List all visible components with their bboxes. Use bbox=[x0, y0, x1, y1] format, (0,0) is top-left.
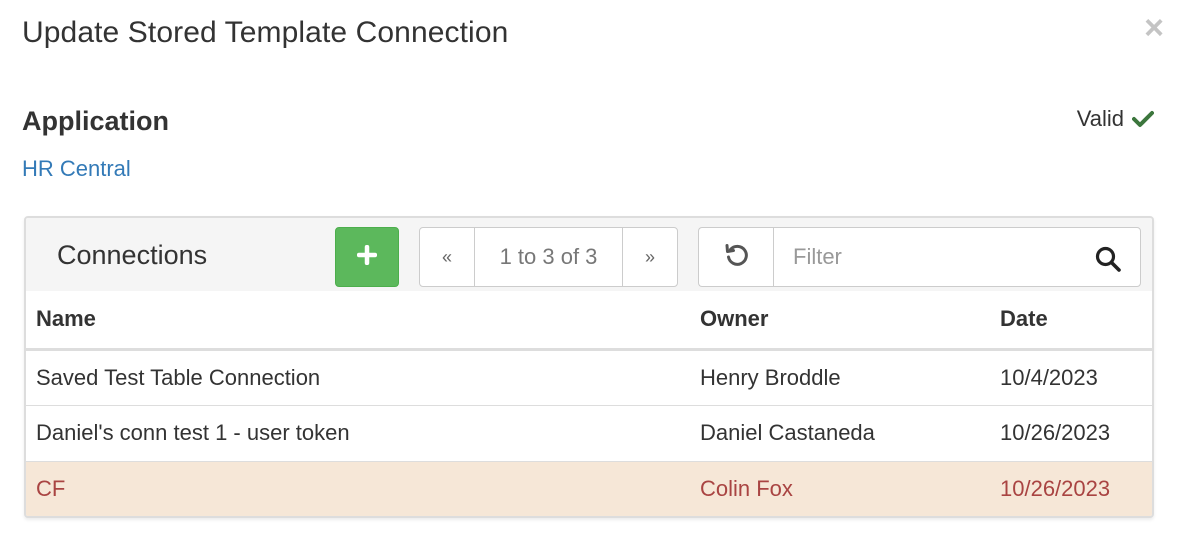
plus-icon bbox=[356, 244, 378, 270]
application-link[interactable]: HR Central bbox=[22, 156, 131, 182]
search-icon[interactable] bbox=[1094, 245, 1122, 278]
last-page-button[interactable]: » bbox=[623, 228, 677, 286]
column-header-name[interactable]: Name bbox=[26, 291, 690, 351]
cell-name: Saved Test Table Connection bbox=[26, 349, 690, 406]
table-row[interactable]: Saved Test Table Connection Henry Broddl… bbox=[26, 349, 1152, 406]
pagination: « 1 to 3 of 3 » bbox=[419, 227, 678, 287]
cell-date: 10/26/2023 bbox=[990, 461, 1152, 516]
refresh-button[interactable] bbox=[698, 227, 774, 287]
checkmark-icon bbox=[1132, 110, 1154, 128]
pagination-info: 1 to 3 of 3 bbox=[474, 228, 623, 286]
add-connection-button[interactable] bbox=[335, 227, 399, 287]
cell-owner: Henry Broddle bbox=[690, 349, 990, 406]
connections-panel-heading: Connections « 1 to 3 of 3 » bbox=[26, 218, 1152, 291]
cell-owner: Colin Fox bbox=[690, 461, 990, 516]
cell-name: Daniel's conn test 1 - user token bbox=[26, 405, 690, 462]
validity-status: Valid bbox=[1077, 106, 1154, 132]
table-header-row: Name Owner Date bbox=[26, 291, 1152, 351]
connections-panel: Connections « 1 to 3 of 3 » Filter Name … bbox=[24, 216, 1154, 518]
cell-owner: Daniel Castaneda bbox=[690, 405, 990, 462]
cell-date: 10/26/2023 bbox=[990, 405, 1152, 462]
validity-status-label: Valid bbox=[1076, 106, 1124, 131]
cell-date: 10/4/2023 bbox=[990, 349, 1152, 406]
connections-title: Connections bbox=[57, 240, 208, 270]
filter-input[interactable] bbox=[774, 228, 1074, 286]
column-header-owner[interactable]: Owner bbox=[690, 291, 990, 351]
first-page-button[interactable]: « bbox=[420, 228, 474, 286]
table-row[interactable]: Daniel's conn test 1 - user token Daniel… bbox=[26, 405, 1152, 462]
cell-name: CF bbox=[26, 461, 690, 516]
refresh-icon bbox=[724, 242, 750, 273]
table-row[interactable]: CF Colin Fox 10/26/2023 bbox=[26, 461, 1152, 516]
modal-title: Update Stored Template Connection bbox=[22, 16, 509, 49]
application-label: Application bbox=[22, 106, 169, 136]
close-icon[interactable]: × bbox=[1140, 11, 1168, 45]
column-header-date[interactable]: Date bbox=[990, 291, 1152, 351]
filter-group bbox=[773, 227, 1141, 287]
connections-table: Name Owner Date Saved Test Table Connect… bbox=[26, 291, 1152, 516]
